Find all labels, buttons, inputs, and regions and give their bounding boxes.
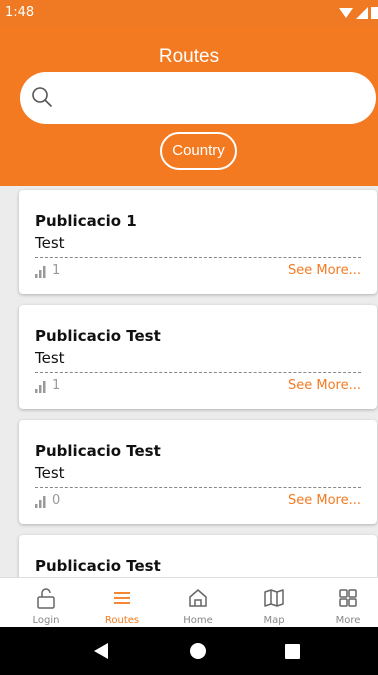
see-more-link[interactable]: See More... xyxy=(288,378,361,393)
system-nav-bar xyxy=(0,627,378,675)
bar-chart-icon xyxy=(35,381,46,393)
home-circle-icon[interactable] xyxy=(190,643,206,659)
country-filter-button[interactable]: Country xyxy=(160,132,237,170)
nav-item-map[interactable]: Map xyxy=(244,578,304,628)
nav-item-routes[interactable]: Routes xyxy=(92,578,152,628)
route-subtitle: Test xyxy=(35,464,65,482)
see-more-link[interactable]: See More... xyxy=(288,263,361,278)
wifi-icon xyxy=(339,7,353,18)
route-stat: 1 xyxy=(35,378,60,393)
menu-icon xyxy=(114,592,130,604)
route-count: 1 xyxy=(52,378,61,393)
route-card[interactable]: Publicacio Test Test 1 See More... xyxy=(19,305,377,409)
nav-item-home[interactable]: Home xyxy=(168,578,228,628)
nav-item-more[interactable]: More xyxy=(318,578,378,628)
card-divider xyxy=(35,257,361,258)
nav-label-map: Map xyxy=(263,615,285,626)
search-icon[interactable] xyxy=(31,86,53,108)
route-title: Publicacio 1 xyxy=(35,212,137,230)
header: Routes Country xyxy=(0,26,378,186)
route-title: Publicacio Test xyxy=(35,557,161,575)
unlock-icon xyxy=(37,588,55,609)
nav-label-more: More xyxy=(335,615,361,626)
status-icons xyxy=(339,6,378,19)
nav-label-home: Home xyxy=(183,615,213,626)
route-subtitle: Test xyxy=(35,234,65,252)
see-more-link[interactable]: See More... xyxy=(288,493,361,508)
route-card[interactable]: Publicacio Test Test 0 See More... xyxy=(19,420,377,524)
battery-icon xyxy=(371,7,378,19)
home-icon xyxy=(189,589,207,607)
page-title: Routes xyxy=(158,46,220,67)
route-card[interactable]: Publicacio Test xyxy=(19,535,377,578)
bar-chart-icon xyxy=(35,266,46,278)
search-input[interactable] xyxy=(64,82,354,114)
card-divider xyxy=(35,487,361,488)
route-title: Publicacio Test xyxy=(35,327,161,345)
bar-chart-icon xyxy=(35,496,46,508)
route-count: 0 xyxy=(52,493,61,508)
route-list[interactable]: Publicacio 1 Test 1 See More... Publicac… xyxy=(0,186,378,578)
card-divider xyxy=(35,372,361,373)
recents-icon[interactable] xyxy=(285,644,300,659)
signal-icon xyxy=(356,6,368,19)
route-count: 1 xyxy=(52,263,61,278)
back-icon[interactable] xyxy=(93,643,109,659)
status-time: 1:48 xyxy=(5,5,35,20)
route-stat: 1 xyxy=(35,263,60,278)
nav-label-login: Login xyxy=(32,615,60,626)
nav-item-login[interactable]: Login xyxy=(16,578,76,628)
status-bar: 1:48 xyxy=(0,0,378,26)
nav-label-routes: Routes xyxy=(104,615,140,626)
grid-icon xyxy=(339,589,357,607)
route-card[interactable]: Publicacio 1 Test 1 See More... xyxy=(19,190,377,294)
bottom-nav: Login Routes Home Map More xyxy=(0,577,378,627)
route-stat: 0 xyxy=(35,493,60,508)
route-subtitle: Test xyxy=(35,349,65,367)
map-icon xyxy=(264,589,284,607)
search-box[interactable] xyxy=(20,72,376,124)
route-title: Publicacio Test xyxy=(35,442,161,460)
